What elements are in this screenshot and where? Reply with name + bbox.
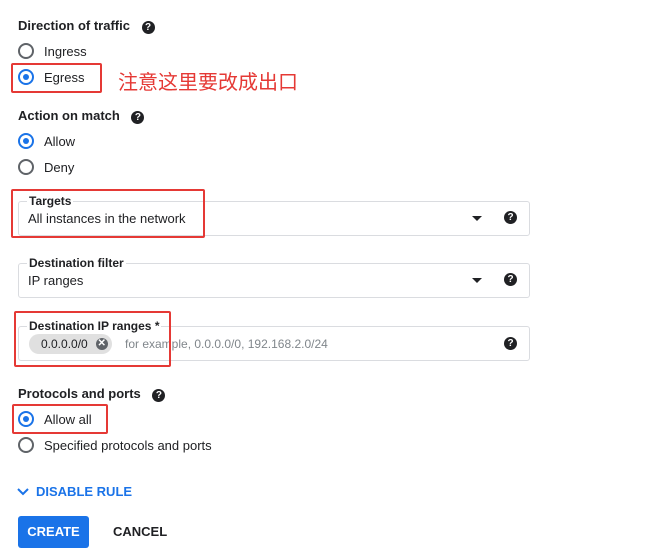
create-button[interactable]: CREATE [18,516,89,548]
protocols-title-text: Protocols and ports [18,386,141,401]
disable-rule-link[interactable]: DISABLE RULE [16,484,132,499]
cancel-button[interactable]: CANCEL [113,524,167,539]
radio-ingress-circle[interactable] [18,43,34,59]
radio-allow[interactable]: Allow [18,133,75,149]
action-title-text: Action on match [18,108,120,123]
destination-filter-select[interactable]: Destination filter IP ranges ? [18,256,530,298]
targets-help-icon[interactable]: ? [504,211,517,224]
destination-filter-label: Destination filter [27,256,126,270]
protocols-title: Protocols and ports ? [18,386,166,402]
destination-filter-help-icon[interactable]: ? [504,273,517,286]
destination-ip-help-icon[interactable]: ? [504,337,517,350]
chevron-down-icon [17,487,29,495]
radio-specified-ports-label: Specified protocols and ports [44,437,212,453]
highlight-box-targets [11,189,205,238]
radio-deny[interactable]: Deny [18,159,74,175]
action-title: Action on match ? [18,108,145,124]
radio-ingress[interactable]: Ingress [18,43,87,59]
targets-dropdown-icon[interactable] [472,216,482,221]
radio-ingress-label: Ingress [44,43,87,59]
highlight-box-destination-ip [14,311,171,367]
radio-allow-label: Allow [44,133,76,149]
highlight-box-allow-all [12,404,108,434]
radio-specified-ports-circle[interactable] [18,437,34,453]
destination-filter-value: IP ranges [28,273,84,288]
highlight-box-egress [11,63,102,93]
action-help-icon[interactable]: ? [131,111,145,124]
radio-specified-ports[interactable]: Specified protocols and ports [18,437,212,453]
protocols-help-icon[interactable]: ? [152,389,166,402]
radio-deny-circle[interactable] [18,159,34,175]
annotation-text: 注意这里要改成出口 [118,70,298,94]
disable-rule-label: DISABLE RULE [36,484,133,499]
direction-title-text: Direction of traffic [18,18,130,33]
destination-filter-dropdown-icon[interactable] [472,278,482,283]
direction-help-icon[interactable]: ? [141,21,155,34]
radio-deny-label: Deny [44,159,75,175]
radio-allow-circle[interactable] [18,133,34,149]
direction-title: Direction of traffic ? [18,18,155,34]
